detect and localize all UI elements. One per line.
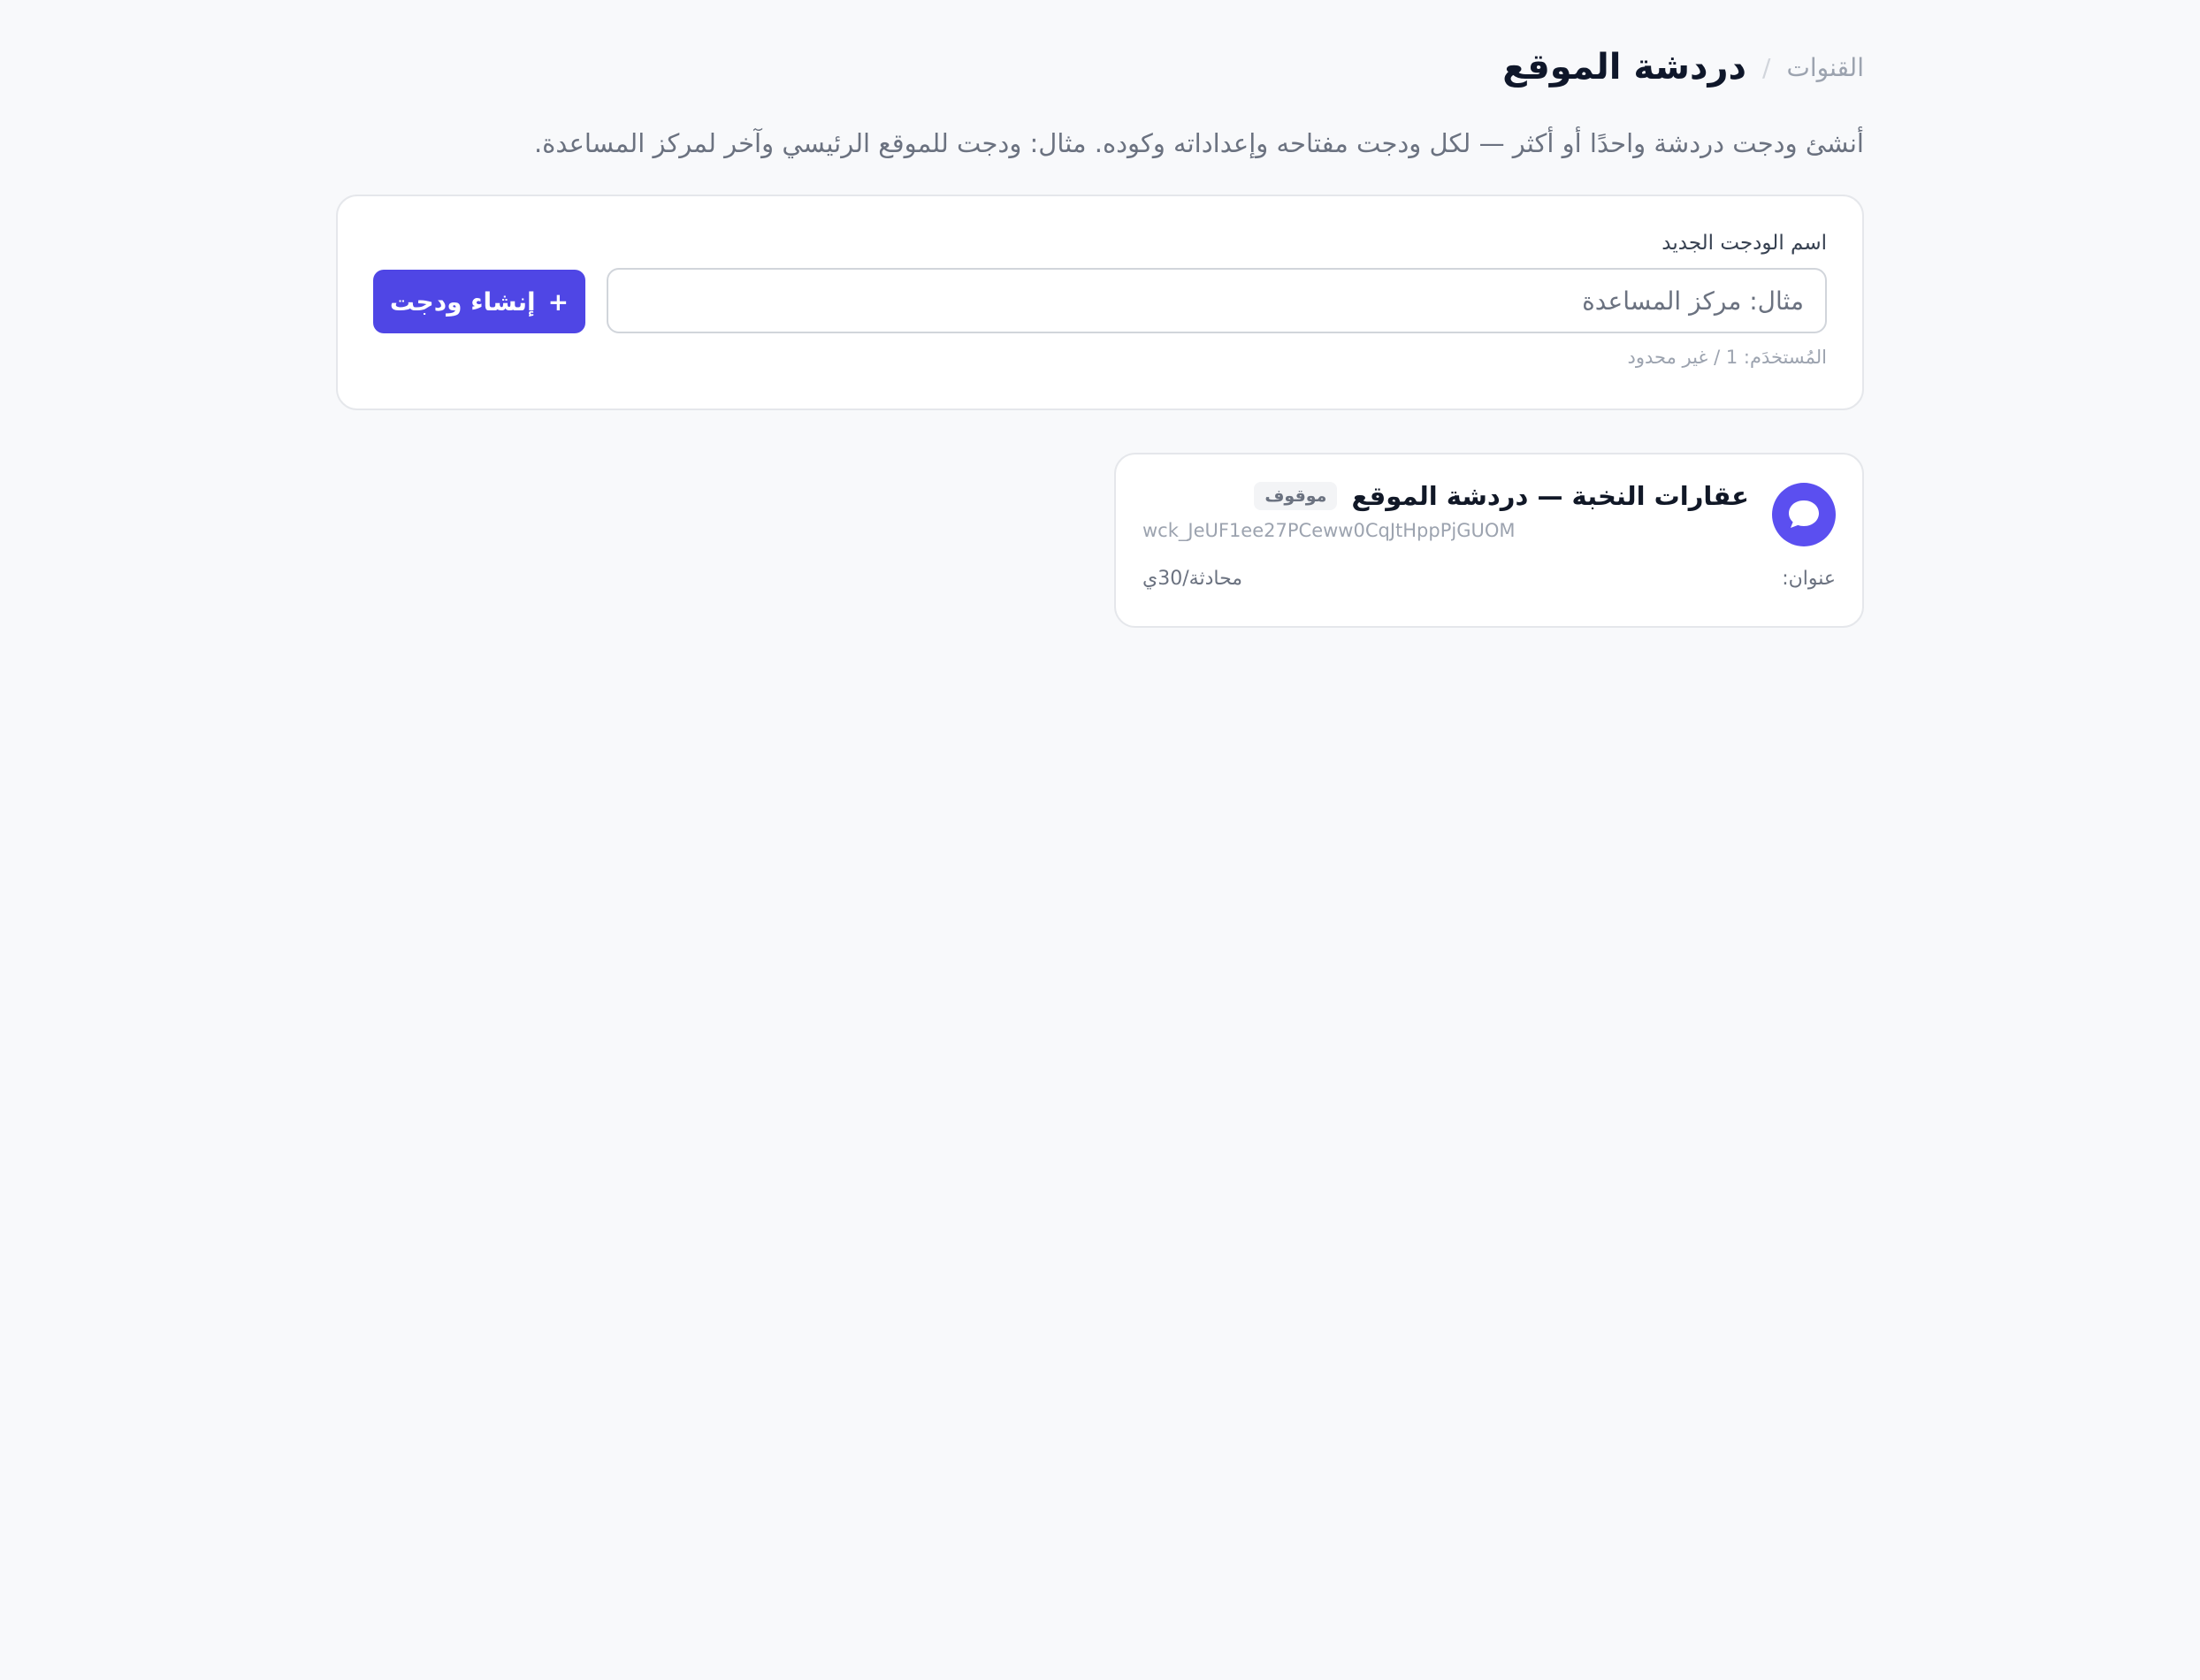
usage-counter: المُستخدَم: 1 / غير محدود xyxy=(1627,347,1827,368)
widget-stats: محادثة/30ي xyxy=(1142,568,1243,590)
breadcrumb: القنوات / دردشة الموقع xyxy=(336,42,1864,92)
page-description: أنشئ ودجت دردشة واحدًا أو أكثر — لكل ودج… xyxy=(533,128,1864,158)
create-widget-button-label: إنشاء ودجت xyxy=(389,286,536,317)
status-badge: موقوف xyxy=(1254,482,1338,510)
chat-bubble-icon xyxy=(1772,483,1836,546)
widget-title[interactable]: عقارات النخبة — دردشة الموقع xyxy=(1351,481,1749,511)
widget-card[interactable]: عقارات النخبة — دردشة الموقع موقوف wck_J… xyxy=(1114,453,1864,628)
widget-title-row: عقارات النخبة — دردشة الموقع موقوف xyxy=(1254,481,1749,511)
page-title: دردشة الموقع xyxy=(1502,47,1747,88)
create-widget-button[interactable]: + إنشاء ودجت xyxy=(373,270,585,333)
create-widget-card: اسم الودجت الجديد + إنشاء ودجت المُستخدَ… xyxy=(336,195,1864,410)
widget-address-label: عنوان: xyxy=(1782,568,1836,590)
widget-key: wck_JeUF1ee27PCeww0CqJtHppPjGUOM xyxy=(1142,520,1516,541)
widget-name-label: اسم الودجت الجديد xyxy=(1661,232,1827,255)
breadcrumb-separator: / xyxy=(1762,52,1771,82)
plus-icon: + xyxy=(547,286,569,317)
channels-page: القنوات / دردشة الموقع أنشئ ودجت دردشة و… xyxy=(336,0,1864,628)
breadcrumb-channels-link[interactable]: القنوات xyxy=(1786,53,1864,82)
widget-name-input[interactable] xyxy=(607,268,1827,333)
